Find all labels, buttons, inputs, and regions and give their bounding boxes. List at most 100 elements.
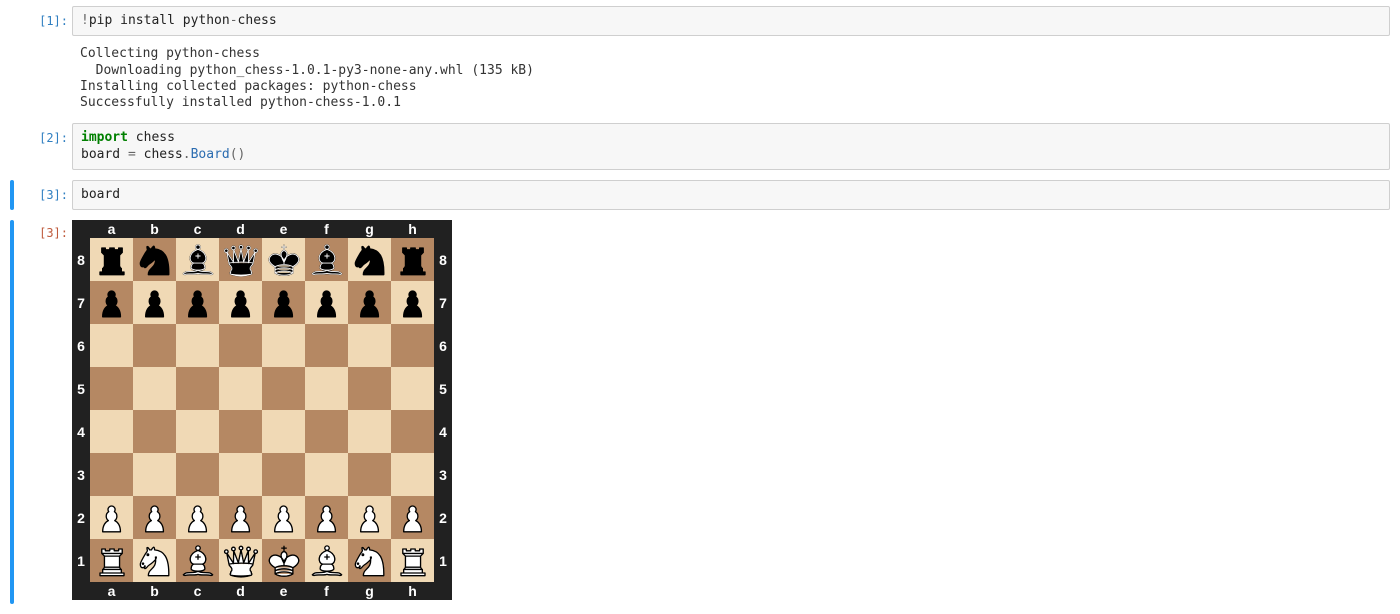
notebook-output: [3]: abcdefgh8 (0, 220, 1400, 604)
chess-board-output: abcdefgh8 (72, 220, 452, 600)
stdout-output: Collecting python-chess Downloading pyth… (72, 40, 1390, 113)
board-square (305, 367, 348, 410)
board-square (219, 324, 262, 367)
board-square (90, 324, 133, 367)
file-label: b (133, 220, 176, 238)
board-square (262, 367, 305, 410)
board-square (305, 238, 348, 281)
board-square (133, 281, 176, 324)
code-input[interactable]: !pip install python-chess (72, 6, 1390, 36)
board-square (90, 453, 133, 496)
rank-label: 8 (434, 238, 452, 281)
board-square (262, 238, 305, 281)
rank-label: 5 (72, 367, 90, 410)
file-label: c (176, 582, 219, 600)
file-label: d (219, 582, 262, 600)
file-label: a (90, 582, 133, 600)
file-label: g (348, 582, 391, 600)
board-square (133, 410, 176, 453)
board-square (305, 281, 348, 324)
rank-label: 6 (72, 324, 90, 367)
notebook-cell[interactable]: [1]: !pip install python-chess (0, 6, 1400, 36)
board-square (305, 453, 348, 496)
rank-label: 4 (72, 410, 90, 453)
rank-label: 6 (434, 324, 452, 367)
board-square (262, 539, 305, 582)
code-input[interactable]: board (72, 180, 1390, 210)
board-square (305, 496, 348, 539)
board-square (391, 539, 434, 582)
board-square (305, 324, 348, 367)
board-square (90, 496, 133, 539)
notebook-cell[interactable]: [2]: import chess board = chess.Board() (0, 123, 1400, 170)
board-square (176, 324, 219, 367)
file-label: d (219, 220, 262, 238)
board-square (176, 453, 219, 496)
board-square (90, 238, 133, 281)
board-square (391, 324, 434, 367)
board-square (133, 367, 176, 410)
board-square (176, 496, 219, 539)
board-square (176, 238, 219, 281)
board-square (90, 281, 133, 324)
file-label: b (133, 582, 176, 600)
board-square (305, 410, 348, 453)
board-square (219, 496, 262, 539)
rank-label: 8 (72, 238, 90, 281)
board-square (219, 410, 262, 453)
board-square (219, 281, 262, 324)
board-square (219, 453, 262, 496)
board-square (219, 367, 262, 410)
board-square (305, 539, 348, 582)
board-square (262, 496, 305, 539)
rank-label: 2 (72, 496, 90, 539)
board-square (391, 367, 434, 410)
notebook-cell[interactable]: [3]: board (0, 180, 1400, 210)
board-square (133, 453, 176, 496)
board-square (391, 238, 434, 281)
board-square (176, 281, 219, 324)
board-square (391, 410, 434, 453)
board-square (348, 238, 391, 281)
board-square (262, 453, 305, 496)
rank-label: 4 (434, 410, 452, 453)
board-square (348, 453, 391, 496)
board-square (176, 539, 219, 582)
board-square (262, 324, 305, 367)
file-label: e (262, 220, 305, 238)
board-square (348, 539, 391, 582)
rank-label: 2 (434, 496, 452, 539)
board-square (176, 410, 219, 453)
input-prompt: [1]: (20, 10, 68, 32)
code-input[interactable]: import chess board = chess.Board() (72, 123, 1390, 170)
rank-label: 7 (434, 281, 452, 324)
board-square (133, 539, 176, 582)
board-square (348, 324, 391, 367)
board-square (262, 281, 305, 324)
board-square (133, 496, 176, 539)
board-square (348, 410, 391, 453)
rank-label: 1 (434, 539, 452, 582)
rank-label: 3 (72, 453, 90, 496)
file-label: h (391, 582, 434, 600)
input-prompt: [3]: (20, 184, 68, 206)
rank-label: 3 (434, 453, 452, 496)
file-label: g (348, 220, 391, 238)
file-label: h (391, 220, 434, 238)
board-square (391, 453, 434, 496)
board-square (90, 410, 133, 453)
board-square (219, 539, 262, 582)
notebook-output: Collecting python-chess Downloading pyth… (0, 40, 1400, 113)
board-square (348, 367, 391, 410)
board-square (391, 496, 434, 539)
board-square (133, 238, 176, 281)
board-square (391, 281, 434, 324)
file-label: f (305, 582, 348, 600)
board-square (219, 238, 262, 281)
rank-label: 1 (72, 539, 90, 582)
board-square (262, 410, 305, 453)
file-label: a (90, 220, 133, 238)
input-prompt: [2]: (20, 127, 68, 149)
board-square (90, 539, 133, 582)
file-label: e (262, 582, 305, 600)
